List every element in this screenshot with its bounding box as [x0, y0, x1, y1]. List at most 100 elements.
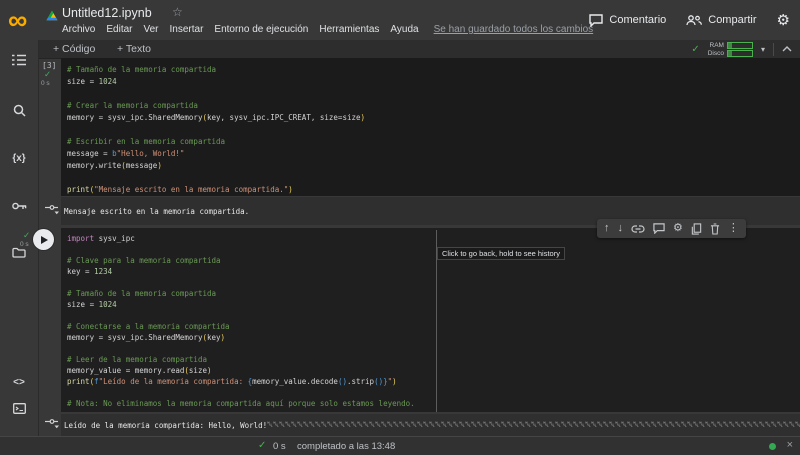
settings-gear-icon[interactable]: ⚙ — [777, 13, 790, 28]
status-completed-message: completado a las 13:48 — [297, 441, 395, 452]
colab-window: ∞ Untitled12.ipynb ☆ Archivo Editar Ver Ins… — [0, 0, 800, 455]
key-icon — [12, 201, 27, 211]
code-line: memory = sysv_ipc.SharedMemory(key, sysv… — [67, 112, 800, 124]
menu-bar: Archivo Editar Ver Insertar Entorno de ejecu… — [62, 24, 593, 35]
ram-label: RAM — [710, 42, 724, 49]
add-text-button[interactable]: + Texto — [117, 40, 151, 58]
resources-caret-icon[interactable]: ▾ — [761, 45, 765, 54]
code-line — [67, 277, 800, 288]
folder-icon — [12, 247, 26, 258]
add-comment-icon[interactable] — [653, 223, 665, 234]
code-line: memory_value = memory.read(size) — [67, 365, 800, 376]
move-cell-down-icon[interactable]: ↓ — [618, 223, 624, 234]
header: ∞ Untitled12.ipynb ☆ Archivo Editar Ver Ins… — [0, 0, 800, 40]
star-icon[interactable]: ☆ — [172, 5, 183, 19]
people-icon — [686, 15, 702, 26]
code-line — [67, 88, 800, 100]
code-line: key = 1234 — [67, 266, 800, 277]
header-actions: Comentario Compartir ⚙ — [589, 0, 790, 40]
menu-ver[interactable]: Ver — [143, 24, 158, 35]
sidebar-item-variables[interactable]: {x} — [0, 146, 38, 170]
code-line — [67, 124, 800, 136]
comment-label: Comentario — [609, 14, 666, 26]
menu-ayuda[interactable]: Ayuda — [390, 24, 418, 35]
move-cell-up-icon[interactable]: ↑ — [604, 223, 610, 234]
status-bar: ✓ 0 s completado a las 13:48 × — [0, 436, 800, 455]
more-actions-icon[interactable]: ⋮ — [728, 223, 739, 234]
sidebar-item-secrets[interactable] — [0, 194, 38, 218]
cell2-output-text: Leído de la memoria compartida: Hello, W… — [64, 421, 267, 430]
sidebar-item-files[interactable] — [0, 240, 38, 264]
code-line — [67, 172, 800, 184]
notebook-title[interactable]: Untitled12.ipynb — [62, 6, 152, 20]
cell2-code-editor[interactable]: import sysv_ipc # Clave para la memoria … — [61, 228, 800, 412]
close-statusbar-icon[interactable]: × — [787, 439, 793, 451]
code-line: # Clave para la memoria compartida — [67, 255, 800, 266]
share-label: Compartir — [708, 14, 756, 26]
connection-status-dot — [769, 443, 776, 450]
cell2-run-time: 0 s — [20, 241, 29, 248]
add-code-button[interactable]: + Código — [53, 40, 95, 58]
history-tooltip: Click to go back, hold to see history — [437, 247, 565, 260]
cell1-run-time: 0 s — [41, 80, 50, 87]
code-line: memory = sysv_ipc.SharedMemory(key) — [67, 332, 800, 343]
comment-button[interactable]: Comentario — [589, 14, 666, 27]
terminal-icon — [13, 403, 26, 414]
drive-icon — [46, 8, 58, 26]
sidebar-item-terminal[interactable] — [0, 396, 38, 420]
code-line — [67, 244, 800, 255]
code-line: print("Mensaje escrito en la memoria com… — [67, 184, 800, 196]
play-icon — [41, 236, 48, 244]
cell1-code-editor[interactable]: # Tamaño de la memoria compartidasize = … — [61, 58, 800, 196]
disk-label: Disco — [708, 50, 724, 57]
delete-cell-icon[interactable] — [710, 223, 720, 235]
copy-link-icon[interactable] — [631, 225, 645, 233]
code-line: print(f"Leído de la memoria compartida: … — [67, 376, 800, 387]
disk-usage-bar — [727, 50, 753, 57]
code-line — [67, 310, 800, 321]
code-line: memory.write(message) — [67, 160, 800, 172]
colab-logo-icon[interactable]: ∞ — [8, 1, 27, 39]
code-line: # Tamaño de la memoria compartida — [67, 64, 800, 76]
cell1-success-check-icon: ✓ — [44, 70, 51, 78]
resources-indicator[interactable]: RAM Disco — [708, 42, 753, 57]
cell1-output-text: Mensaje escrito en la memoria compartida… — [64, 207, 249, 216]
collapse-toolbar-icon[interactable] — [782, 46, 792, 52]
connected-check-icon: ✓ — [691, 44, 699, 55]
code-line: # Nota: No eliminamos la memoria compart… — [67, 398, 800, 409]
code-line: # Crear la memoria compartida — [67, 100, 800, 112]
toolbar-right: ✓ RAM Disco ▾ — [691, 40, 792, 58]
cell-toolbar: ↑ ↓ ⚙ ⋮ — [597, 219, 746, 238]
menu-entorno-de-ejecuci-n[interactable]: Entorno de ejecución — [214, 24, 308, 35]
menu-insertar[interactable]: Insertar — [170, 24, 204, 35]
share-button[interactable]: Compartir — [686, 14, 756, 26]
variables-icon: {x} — [12, 153, 25, 164]
sidebar-item-code-snippets[interactable]: <> — [0, 370, 38, 394]
menu-archivo[interactable]: Archivo — [62, 24, 95, 35]
sidebar-item-table-of-contents[interactable] — [0, 48, 38, 72]
cell1-output-options-icon[interactable] — [44, 204, 60, 215]
toolbar-divider — [773, 43, 774, 56]
code-line: # Tamaño de la memoria compartida — [67, 288, 800, 299]
saved-status-link[interactable]: Se han guardado todos los cambios — [434, 24, 594, 35]
cell2-output-options-icon[interactable] — [44, 418, 60, 429]
menu-herramientas[interactable]: Herramientas — [319, 24, 379, 35]
copy-cell-icon[interactable] — [691, 223, 702, 235]
cell2-success-check-icon: ✓ — [23, 231, 30, 239]
code-snippets-icon: <> — [13, 377, 25, 388]
cell-settings-gear-icon[interactable]: ⚙ — [673, 223, 683, 234]
code-line: # Leer de la memoria compartida — [67, 354, 800, 365]
status-exec-time: 0 s — [273, 441, 286, 452]
search-icon — [13, 104, 26, 117]
menu-editar[interactable]: Editar — [106, 24, 132, 35]
code-line: size = 1024 — [67, 299, 800, 310]
sidebar-item-search[interactable] — [0, 98, 38, 122]
ram-usage-bar — [727, 42, 753, 49]
code-line — [67, 343, 800, 354]
status-check-icon: ✓ — [258, 440, 266, 451]
code-line: # Conectarse a la memoria compartida — [67, 321, 800, 332]
cell2-output: Leído de la memoria compartida: Hello, W… — [61, 414, 800, 436]
notebook-toolbar: + Código + Texto ✓ RAM Disco ▾ — [39, 40, 800, 59]
cell2-run-button[interactable] — [33, 229, 54, 250]
code-line — [67, 387, 800, 398]
